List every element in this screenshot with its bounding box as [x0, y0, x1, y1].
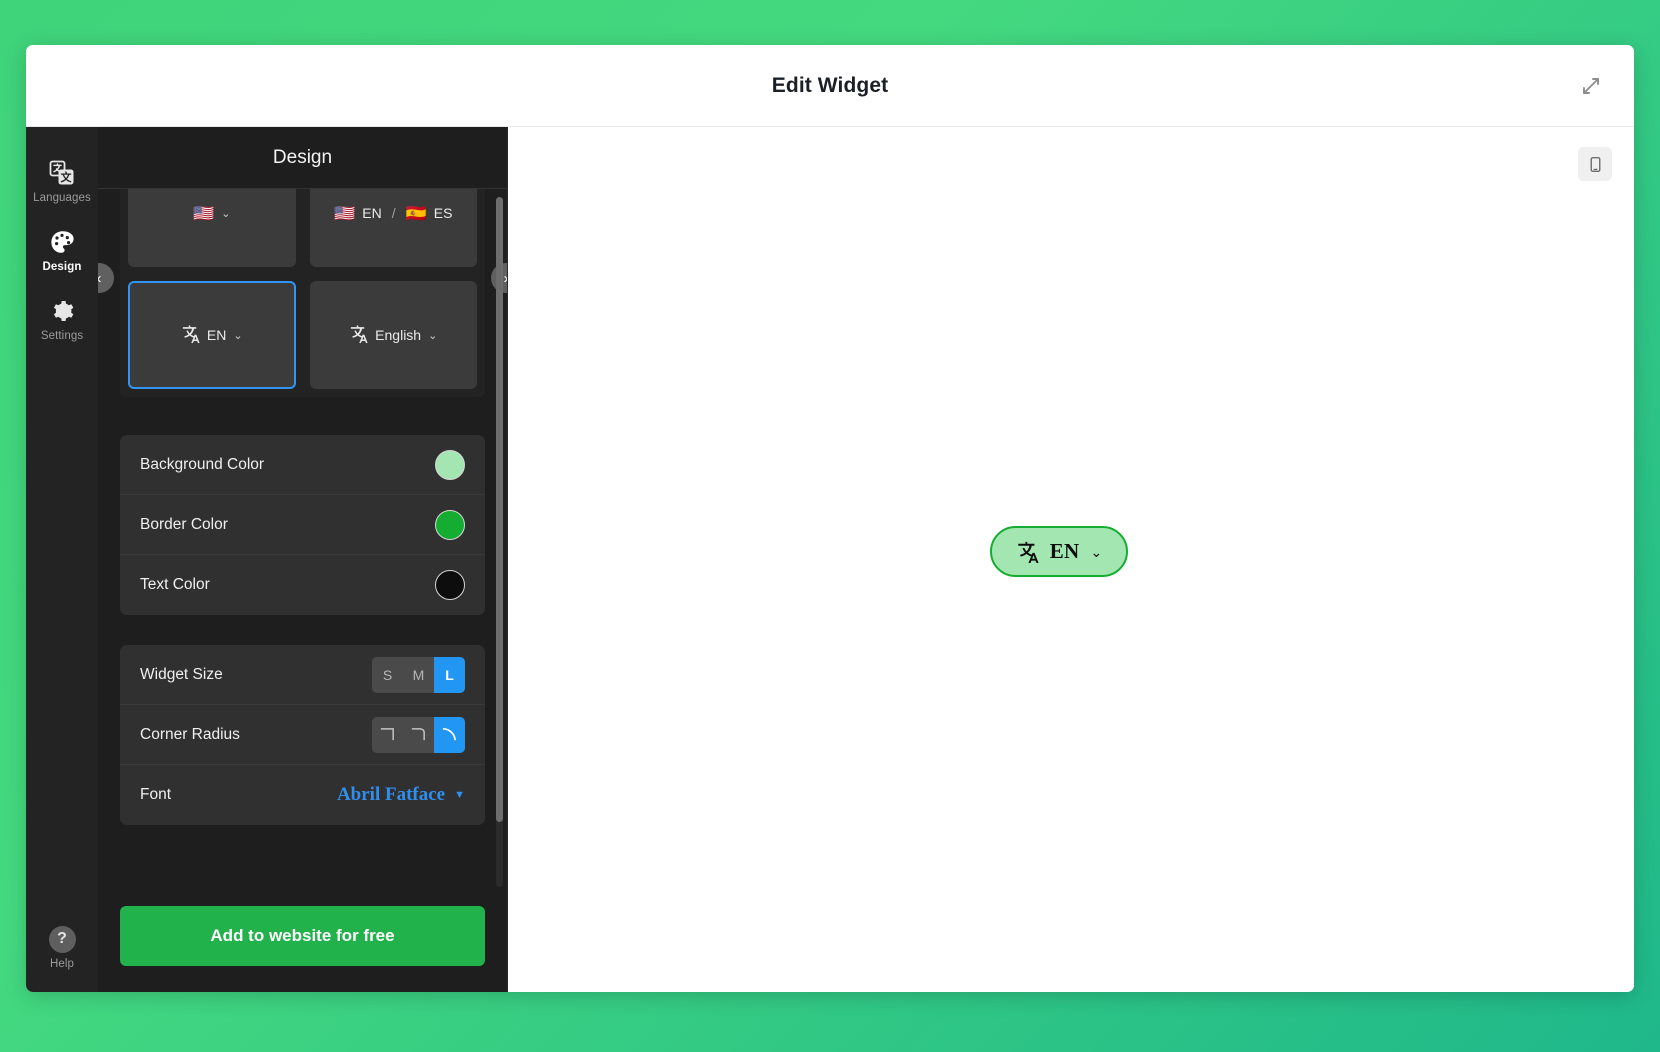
translate-icon	[349, 324, 368, 346]
row-label: Text Color	[140, 576, 210, 593]
text-color-swatch[interactable]	[435, 570, 465, 600]
corner-radius-option-round[interactable]	[434, 716, 465, 753]
widget-preview[interactable]: EN ⌄	[989, 526, 1129, 577]
corner-radius-segmented-control	[372, 716, 465, 753]
preview-canvas: EN ⌄	[508, 127, 1634, 992]
sidebar-item-settings[interactable]: Settings	[26, 287, 98, 356]
help-label: Help	[49, 958, 75, 970]
sidebar-item-label: Languages	[33, 192, 91, 204]
sidebar-item-label: Settings	[40, 330, 84, 342]
nav-rail: 文 Languages Design Settings ? Help	[26, 127, 98, 992]
row-font: Font Abril Fatface ▼	[120, 765, 485, 825]
border-color-swatch[interactable]	[435, 509, 465, 540]
panel-title: Design	[272, 146, 333, 168]
page-title: Edit Widget	[771, 73, 889, 97]
gear-icon	[48, 297, 76, 325]
row-text-color: Text Color	[120, 555, 485, 615]
help-glyph: ?	[48, 925, 76, 953]
widget-size-option-l[interactable]: L	[434, 656, 465, 693]
row-widget-size: Widget Size S M L	[120, 645, 485, 705]
help-button[interactable]: ? Help	[26, 915, 98, 992]
expand-arrows-icon[interactable]	[1574, 69, 1608, 103]
appearance-group: Widget Size S M L Corner Radius Font Abr…	[120, 645, 485, 825]
widget-preview-label: EN	[1049, 539, 1080, 563]
chevron-left-icon[interactable]: ‹	[98, 263, 114, 293]
chevron-down-icon: ⌄	[233, 329, 243, 342]
panel-header: Design	[98, 127, 507, 189]
translate-icon	[1016, 540, 1039, 563]
svg-text:文: 文	[61, 170, 73, 184]
widget-size-segmented-control: S M L	[372, 656, 465, 693]
mobile-phone-icon[interactable]	[1578, 147, 1612, 181]
sidebar-item-languages[interactable]: 文 Languages	[26, 149, 98, 218]
panel-footer: Add to website for free	[98, 890, 507, 992]
row-label: Background Color	[140, 455, 265, 473]
modal-header: Edit Widget	[26, 45, 1634, 127]
style-tile-flags-pair[interactable]: 🇺🇸 EN / 🇪🇸 ES	[309, 189, 477, 267]
corner-radius-option-slight[interactable]	[403, 716, 434, 753]
question-mark-icon: ?	[48, 925, 76, 953]
style-tile-label: English	[375, 327, 422, 343]
palette-icon	[48, 228, 76, 256]
row-label: Border Color	[140, 515, 228, 533]
corner-radius-option-square[interactable]	[372, 716, 403, 753]
chevron-down-icon: ⌄	[1090, 543, 1103, 560]
add-to-website-button[interactable]: Add to website for free	[120, 906, 485, 966]
row-label: Font	[140, 786, 172, 803]
style-tile-grid: 🇺🇸 ⌄ 🇺🇸 EN / 🇪🇸 ES EN ⌄ English ⌄	[120, 189, 485, 397]
widget-size-option-m[interactable]: M	[403, 656, 434, 693]
chevron-down-icon: ▼	[454, 789, 465, 801]
separator: /	[391, 205, 396, 221]
us-flag-icon: 🇺🇸	[193, 203, 215, 223]
row-corner-radius: Corner Radius	[120, 705, 485, 765]
modal-body: 文 Languages Design Settings ? Help Desig…	[26, 127, 1634, 992]
widget-size-option-s[interactable]: S	[372, 656, 403, 693]
style-tile-label: EN	[362, 205, 382, 221]
panel-scroll-area: ‹ › 🇺🇸 ⌄	[98, 189, 507, 890]
row-border-color: Border Color	[120, 495, 485, 555]
widget-style-carousel: ‹ › 🇺🇸 ⌄	[98, 189, 507, 405]
style-tile-label: ES	[433, 205, 453, 221]
style-tile-flag-dropdown[interactable]: 🇺🇸 ⌄	[128, 189, 296, 267]
sidebar-item-label: Design	[42, 261, 82, 273]
chevron-right-icon[interactable]: ›	[491, 263, 507, 293]
style-tile-label: EN	[206, 327, 227, 343]
panel-scrollbar[interactable]	[496, 197, 503, 887]
colors-group: Background Color Border Color Text Color	[120, 435, 485, 615]
row-background-color: Background Color	[120, 435, 485, 495]
chevron-down-icon: ⌄	[428, 329, 438, 342]
style-tile-translate-en[interactable]: EN ⌄	[128, 281, 296, 389]
row-label: Corner Radius	[140, 725, 240, 743]
es-flag-icon: 🇪🇸	[405, 203, 427, 223]
edit-widget-modal: Edit Widget 文 Languages Design Settings …	[26, 45, 1634, 992]
chevron-down-icon: ⌄	[221, 207, 231, 220]
font-value-label: Abril Fatface	[336, 784, 446, 805]
translate-icon	[181, 324, 200, 346]
languages-translate-icon: 文	[48, 159, 76, 187]
carousel-next-glyph: ›	[504, 270, 508, 287]
font-select[interactable]: Abril Fatface ▼	[337, 784, 465, 806]
style-tile-translate-english[interactable]: English ⌄	[309, 281, 477, 389]
background-color-swatch[interactable]	[435, 449, 465, 480]
row-label: Widget Size	[140, 665, 223, 683]
carousel-prev-glyph: ‹	[98, 270, 102, 287]
design-panel: Design ‹ › 🇺🇸 ⌄	[98, 127, 508, 992]
sidebar-item-design[interactable]: Design	[26, 218, 98, 287]
us-flag-icon: 🇺🇸	[334, 203, 356, 223]
